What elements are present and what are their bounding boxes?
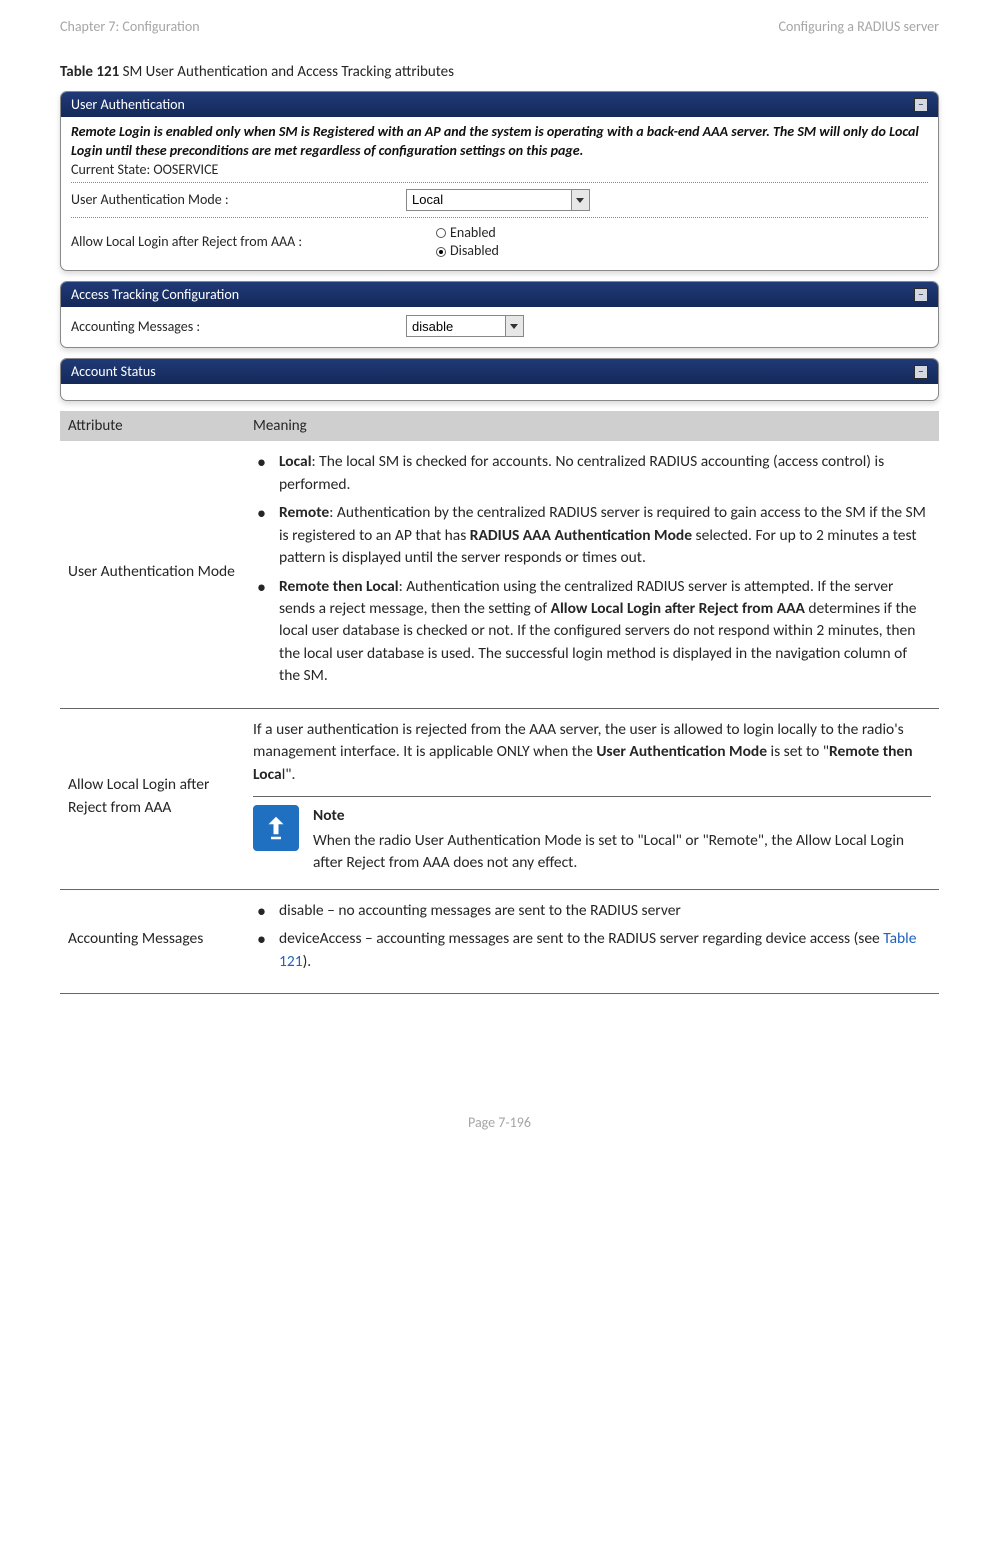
attr-name: User Authentication Mode xyxy=(60,441,245,708)
term: Local xyxy=(279,452,312,471)
list-item: disable – no accounting messages are sen… xyxy=(279,900,931,922)
term: Remote then Local xyxy=(279,577,399,596)
list-item: Remote then Local: Authentication using … xyxy=(279,576,931,688)
accounting-select[interactable] xyxy=(406,315,506,337)
list-item: Remote: Authentication by the centralize… xyxy=(279,502,931,569)
panel-title: User Authentication xyxy=(71,96,185,113)
table-caption-number: Table 121 xyxy=(60,63,119,81)
note-title: Note xyxy=(313,805,931,827)
accounting-label: Accounting Messages : xyxy=(71,318,406,335)
user-authentication-panel: User Authentication − Remote Login is en… xyxy=(60,91,939,271)
note-icon xyxy=(253,805,299,851)
col-meaning: Meaning xyxy=(245,411,939,441)
attr-name: Accounting Messages xyxy=(60,889,245,993)
table-caption: Table 121 SM User Authentication and Acc… xyxy=(60,63,939,81)
current-state: Current State: OOSERVICE xyxy=(71,161,928,178)
collapse-icon[interactable]: − xyxy=(914,288,928,302)
collapse-icon[interactable]: − xyxy=(914,365,928,379)
table-caption-text: SM User Authentication and Access Tracki… xyxy=(119,63,454,81)
term: RADIUS AAA Authentication Mode xyxy=(470,526,692,545)
list-item: deviceAccess – accounting messages are s… xyxy=(279,928,931,973)
collapse-icon[interactable]: − xyxy=(914,98,928,112)
note-block: Note When the radio User Authentication … xyxy=(253,796,931,874)
enabled-radio[interactable]: Enabled xyxy=(436,224,499,242)
panel-title: Account Status xyxy=(71,363,156,380)
table-row: Accounting Messages disable – no account… xyxy=(60,889,939,993)
enabled-label: Enabled xyxy=(450,224,496,241)
dropdown-icon[interactable] xyxy=(572,189,590,211)
chapter-label: Chapter 7: Configuration xyxy=(60,18,200,35)
desc: is set to " xyxy=(767,742,829,761)
panel-title: Access Tracking Configuration xyxy=(71,286,239,303)
col-attribute: Attribute xyxy=(60,411,245,441)
access-tracking-panel: Access Tracking Configuration − Accounti… xyxy=(60,281,939,348)
desc: ). xyxy=(303,952,312,971)
attribute-table: Attribute Meaning User Authentication Mo… xyxy=(60,411,939,994)
note-text: When the radio User Authentication Mode … xyxy=(313,830,931,875)
page-footer: Page 7-196 xyxy=(60,1114,939,1151)
attr-name: Allow Local Login after Reject from AAA xyxy=(60,708,245,889)
disabled-radio[interactable]: Disabled xyxy=(436,242,499,260)
term: User Authentication Mode xyxy=(596,742,767,761)
desc: deviceAccess – accounting messages are s… xyxy=(279,929,883,948)
account-status-panel: Account Status − xyxy=(60,358,939,401)
table-row: User Authentication Mode Local: The loca… xyxy=(60,441,939,708)
term: Remote xyxy=(279,503,329,522)
desc: : The local SM is checked for accounts. … xyxy=(279,452,884,493)
table-row: Allow Local Login after Reject from AAA … xyxy=(60,708,939,889)
auth-mode-label: User Authentication Mode : xyxy=(71,191,406,208)
desc: l". xyxy=(282,765,296,784)
dropdown-icon[interactable] xyxy=(506,315,524,337)
auth-mode-select[interactable] xyxy=(406,189,572,211)
allow-local-label: Allow Local Login after Reject from AAA … xyxy=(71,233,406,250)
section-label: Configuring a RADIUS server xyxy=(779,18,939,35)
term: Allow Local Login after Reject from AAA xyxy=(551,599,805,618)
list-item: Local: The local SM is checked for accou… xyxy=(279,451,931,496)
disabled-label: Disabled xyxy=(450,242,499,259)
intro-text: Remote Login is enabled only when SM is … xyxy=(71,123,928,161)
